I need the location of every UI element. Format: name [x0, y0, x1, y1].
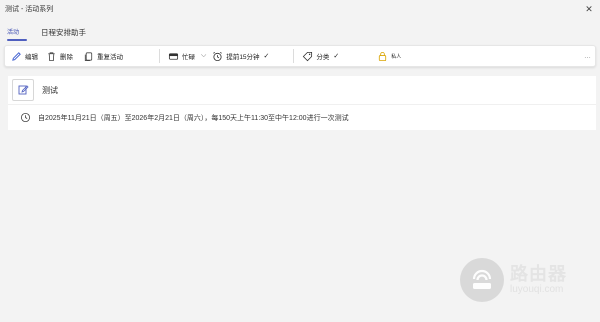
watermark: 路由器 luyouqi.com — [460, 258, 567, 302]
delete-label: 删除 — [60, 54, 73, 61]
more-options-icon[interactable]: … — [584, 53, 591, 60]
delete-button[interactable]: 删除 — [46, 45, 73, 67]
private-button[interactable]: 私人 — [377, 45, 401, 67]
edit-label: 编辑 — [25, 54, 38, 61]
check-icon: ✓ — [263, 53, 270, 60]
event-title: 测试 — [42, 85, 58, 95]
ribbon-tabs: 活动 日程安排助手 — [0, 22, 600, 44]
busy-status-icon — [168, 51, 179, 62]
recurrence-text: 自2025年11月21日（周五）至2026年2月21日（周六），每150天上午1… — [38, 114, 349, 122]
title-row: 测试 — [12, 79, 58, 101]
clock-icon — [20, 112, 31, 123]
close-button[interactable]: ✕ — [582, 4, 596, 15]
recurrence-row: 自2025年11月21日（周五）至2026年2月21日（周六），每150天上午1… — [20, 112, 349, 123]
event-details: 测试 自2025年11月21日（周五）至2026年2月21日（周六），每150天… — [8, 76, 596, 130]
recurrence-button[interactable]: 重复活动 — [83, 45, 123, 67]
window-title: 测试 - 活动系列 — [5, 6, 54, 13]
recurrence-label: 重复活动 — [97, 54, 123, 61]
lock-icon — [377, 51, 388, 62]
watermark-cn: 路由器 — [510, 264, 567, 284]
categorize-button[interactable]: 分类 ✓ — [302, 45, 339, 67]
edit-note-icon — [12, 79, 34, 101]
check-icon: ✓ — [333, 53, 340, 60]
tab-event[interactable]: 活动 — [7, 22, 28, 41]
router-logo-icon — [460, 258, 504, 302]
alarm-clock-icon — [212, 51, 223, 62]
tag-icon — [302, 51, 313, 62]
show-as-dropdown[interactable]: 忙碌 ⌵ — [168, 45, 206, 67]
watermark-en: luyouqi.com — [510, 284, 564, 295]
watermark-text: 路由器 luyouqi.com — [510, 264, 567, 296]
trash-icon — [46, 51, 57, 62]
reminder-value: 提前15分钟 — [226, 54, 260, 61]
reminder-dropdown[interactable]: 提前15分钟 ✓ — [212, 45, 269, 67]
app-window: 测试 - 活动系列 ✕ 活动 日程安排助手 编辑 删除 重复活动 忙碌 ⌵ 提前… — [0, 0, 600, 322]
copy-icon — [83, 51, 94, 62]
pencil-icon — [11, 51, 22, 62]
categorize-label: 分类 — [316, 54, 330, 61]
toolbar: 编辑 删除 重复活动 忙碌 ⌵ 提前15分钟 ✓ 分类 ✓ 私人 … — [4, 45, 596, 67]
toolbar-divider — [159, 49, 160, 63]
title-bar: 测试 - 活动系列 ✕ — [0, 0, 600, 18]
divider — [8, 104, 596, 105]
toolbar-divider — [293, 49, 295, 63]
tab-scheduling-assistant[interactable]: 日程安排助手 — [41, 22, 86, 38]
private-label: 私人 — [391, 53, 402, 60]
chevron-down-icon: ⌵ — [201, 52, 207, 59]
edit-button[interactable]: 编辑 — [11, 45, 38, 67]
show-as-value: 忙碌 — [182, 54, 195, 61]
